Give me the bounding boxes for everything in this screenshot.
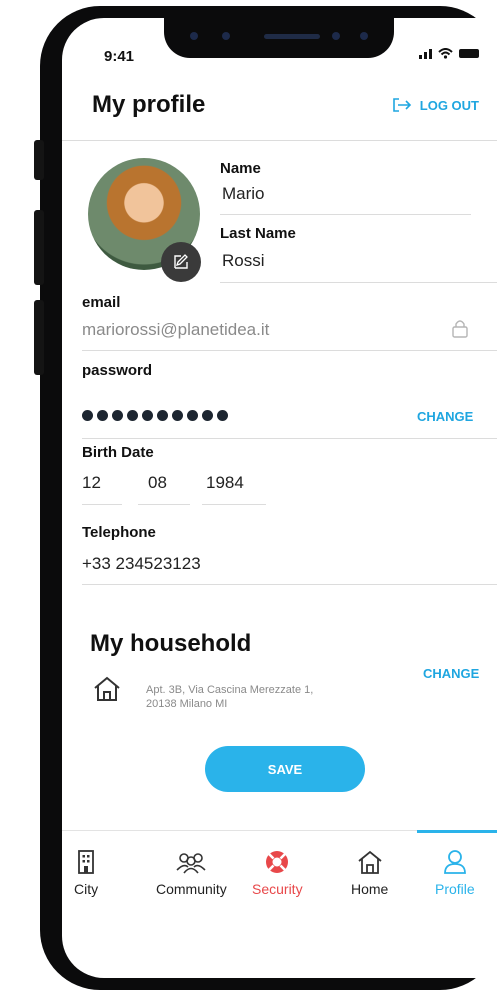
save-button[interactable]: SAVE: [205, 746, 365, 792]
page-title: My profile: [92, 91, 206, 118]
lock-icon: [452, 320, 468, 338]
household-title: My household: [90, 630, 252, 657]
birth-day-field[interactable]: 12: [82, 473, 101, 493]
side-button: [34, 300, 44, 375]
tab-label: Community: [156, 881, 227, 897]
wifi-icon: [438, 48, 453, 59]
password-field[interactable]: [82, 410, 228, 421]
side-button: [34, 210, 44, 285]
tab-city[interactable]: City: [74, 849, 98, 897]
lastname-field[interactable]: Rossi: [222, 251, 265, 271]
battery-icon: [459, 49, 479, 58]
name-field[interactable]: Mario: [222, 184, 265, 204]
side-button: [34, 140, 44, 180]
tab-label: Security: [252, 881, 303, 897]
telephone-field[interactable]: +33 234523123: [82, 554, 201, 574]
birth-year-field[interactable]: 1984: [206, 473, 244, 493]
birth-date-label: Birth Date: [82, 444, 154, 461]
tab-bar: City Community Security Home Profile: [62, 830, 497, 978]
edit-icon: [174, 254, 188, 269]
birth-month-field[interactable]: 08: [148, 473, 167, 493]
tab-label: City: [74, 881, 99, 897]
email-label: email: [82, 294, 121, 311]
tab-label: Profile: [435, 881, 475, 897]
password-label: password: [82, 362, 153, 379]
change-household-button[interactable]: CHANGE: [423, 666, 479, 681]
tab-security[interactable]: Security: [252, 849, 303, 897]
name-label: Name: [220, 160, 261, 177]
telephone-label: Telephone: [82, 524, 156, 541]
person-icon: [443, 850, 466, 874]
app-screen: 9:41 My profile LOG OUT Name Mario Last …: [62, 18, 497, 978]
tab-community[interactable]: Community: [156, 849, 227, 897]
building-icon: [78, 850, 94, 874]
household-address: Apt. 3B, Via Cascina Merezzate 1, 20138 …: [146, 683, 376, 711]
house-icon: [358, 850, 382, 874]
tab-label: Home: [351, 881, 389, 897]
change-password-button[interactable]: CHANGE: [417, 409, 473, 424]
edit-avatar-button[interactable]: [161, 242, 201, 282]
tab-home[interactable]: Home: [351, 849, 388, 897]
signal-icon: [419, 48, 432, 59]
logout-button[interactable]: LOG OUT: [392, 97, 479, 113]
status-time: 9:41: [104, 48, 135, 65]
email-field[interactable]: mariorossi@planetidea.it: [82, 320, 269, 340]
house-icon: [94, 676, 120, 701]
active-tab-indicator: [417, 830, 497, 833]
divider: [62, 140, 497, 141]
logout-icon: [392, 98, 411, 112]
tab-profile[interactable]: Profile: [435, 849, 475, 897]
lastname-label: Last Name: [220, 225, 296, 242]
logout-label: LOG OUT: [419, 97, 479, 113]
notch: [164, 18, 394, 58]
lifebuoy-icon: [266, 851, 289, 873]
address-line: Apt. 3B, Via Cascina Merezzate 1,: [146, 684, 314, 696]
status-icons: [419, 48, 479, 59]
address-line: 20138 Milano MI: [146, 698, 228, 710]
people-icon: [176, 853, 206, 874]
